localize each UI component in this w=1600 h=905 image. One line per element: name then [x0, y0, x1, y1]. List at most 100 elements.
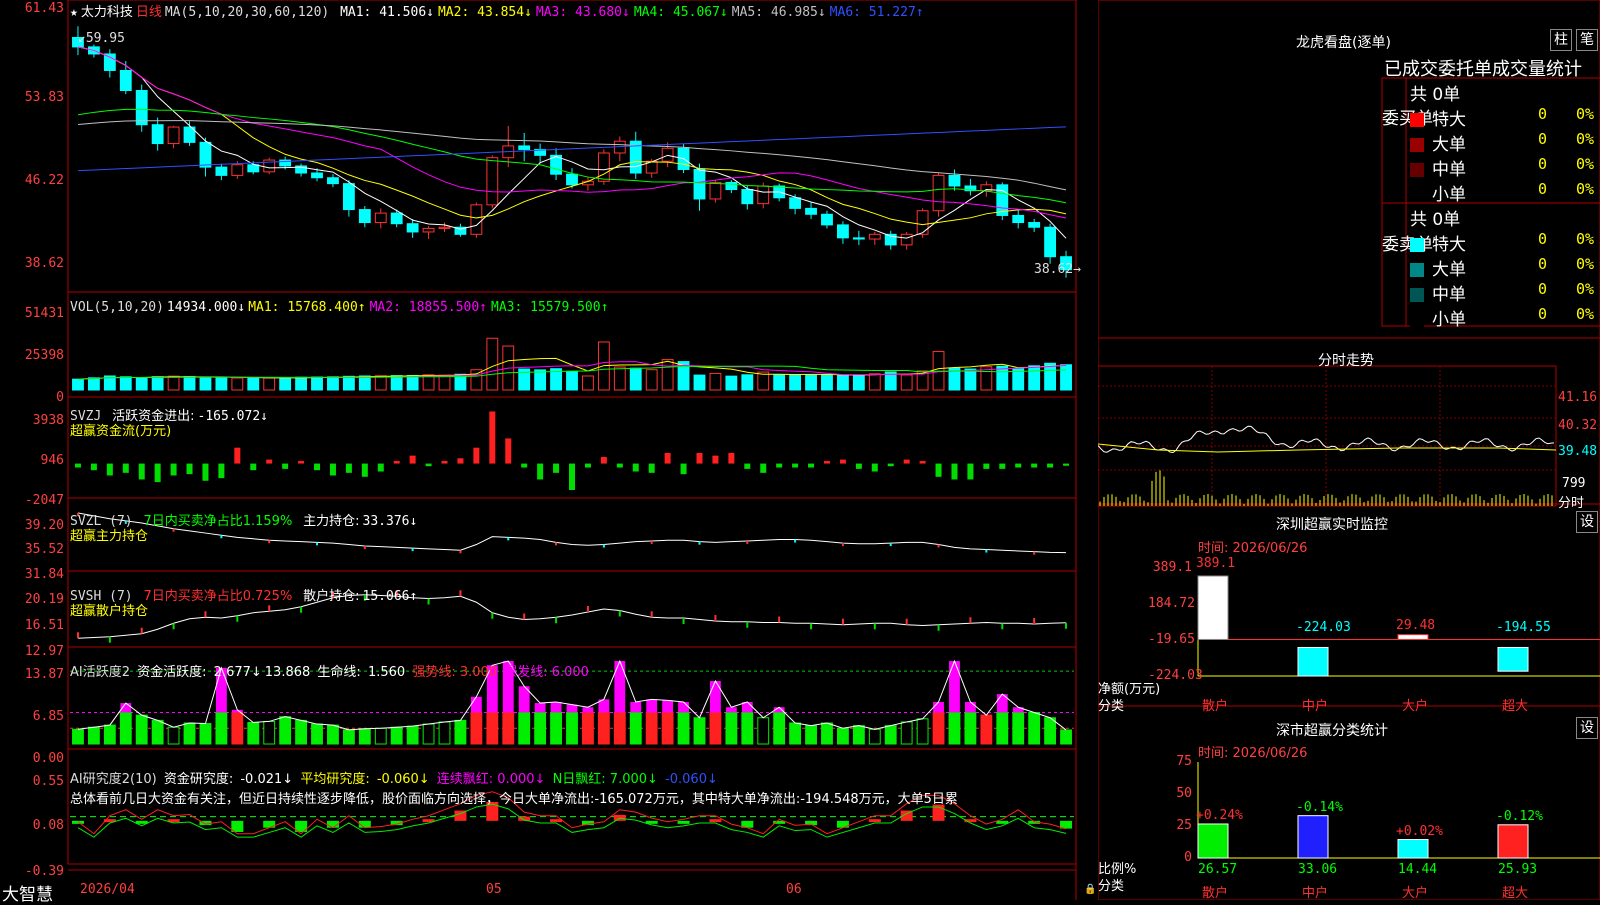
monitor-bar[interactable]: [1497, 646, 1529, 672]
candle[interactable]: [661, 147, 674, 162]
volume-bar[interactable]: [741, 374, 754, 391]
activity-bar[interactable]: [215, 712, 228, 745]
flow-bar[interactable]: [425, 463, 432, 467]
research-bar[interactable]: [71, 820, 84, 824]
brand-label[interactable]: 大智慧: [2, 880, 53, 905]
flow-bar[interactable]: [441, 460, 448, 464]
flow-bar[interactable]: [314, 463, 321, 471]
candle[interactable]: [693, 168, 706, 200]
activity-bar[interactable]: [709, 712, 722, 745]
candle[interactable]: [948, 174, 961, 187]
activity-bar[interactable]: [151, 719, 164, 745]
flow-bar[interactable]: [648, 463, 655, 473]
candle[interactable]: [837, 224, 849, 239]
candle[interactable]: [199, 141, 212, 168]
classify-bar[interactable]: [1397, 839, 1429, 859]
activity-bar[interactable]: [1012, 712, 1025, 745]
volume-bar[interactable]: [215, 377, 228, 391]
activity-burst-bar[interactable]: [710, 681, 721, 713]
activity-bar[interactable]: [884, 725, 897, 745]
classify-bar[interactable]: [1297, 815, 1329, 859]
flow-bar[interactable]: [250, 463, 257, 471]
period-label[interactable]: 日线: [136, 5, 162, 20]
volume-bar[interactable]: [231, 377, 244, 391]
flow-bar[interactable]: [744, 463, 751, 469]
flow-bar[interactable]: [234, 447, 241, 464]
candle[interactable]: [247, 164, 260, 173]
volume-bar[interactable]: [837, 374, 849, 391]
volume-bar[interactable]: [167, 375, 180, 391]
flow-bar[interactable]: [696, 452, 703, 464]
volume-bar[interactable]: [151, 376, 164, 391]
research-bar[interactable]: [868, 819, 881, 823]
volume-bar[interactable]: [868, 373, 881, 391]
flow-bar[interactable]: [521, 463, 528, 468]
activity-bar[interactable]: [470, 712, 483, 745]
candle[interactable]: [709, 181, 722, 200]
chart-canvas[interactable]: [0, 0, 1098, 900]
flow-bar[interactable]: [871, 463, 878, 472]
flow-bar[interactable]: [90, 463, 97, 471]
volume-bar[interactable]: [805, 374, 817, 391]
volume-bar[interactable]: [263, 377, 276, 391]
activity-bar[interactable]: [247, 721, 260, 745]
flow-bar[interactable]: [457, 458, 464, 464]
flow-bar[interactable]: [823, 460, 830, 464]
flow-bar[interactable]: [712, 455, 719, 464]
activity-burst-bar[interactable]: [582, 707, 594, 713]
lock-icon[interactable]: 🔒: [1084, 884, 1096, 895]
candle[interactable]: [486, 157, 499, 206]
activity-bar[interactable]: [741, 712, 754, 745]
volume-bar[interactable]: [693, 374, 706, 391]
volume-bar[interactable]: [725, 375, 738, 391]
classify-bar[interactable]: [1497, 824, 1529, 859]
flow-bar[interactable]: [999, 463, 1006, 469]
volume-bar[interactable]: [821, 374, 833, 391]
activity-burst-bar[interactable]: [630, 702, 642, 713]
activity-bar[interactable]: [534, 712, 547, 745]
volume-bar[interactable]: [1028, 365, 1041, 391]
activity-bar[interactable]: [279, 716, 292, 745]
candle[interactable]: [103, 53, 116, 71]
flow-bar[interactable]: [887, 463, 894, 467]
candle[interactable]: [566, 173, 578, 186]
activity-bar[interactable]: [390, 726, 403, 745]
candle[interactable]: [900, 233, 913, 246]
activity-bar[interactable]: [358, 728, 371, 745]
research-bar[interactable]: [263, 820, 276, 828]
volume-bar[interactable]: [1060, 364, 1072, 391]
activity-bar[interactable]: [661, 712, 674, 745]
flow-bar[interactable]: [393, 460, 400, 464]
volume-bar[interactable]: [72, 378, 84, 391]
flow-bar[interactable]: [632, 463, 639, 472]
volume-bar[interactable]: [390, 375, 403, 391]
volume-bar[interactable]: [661, 359, 674, 391]
flow-bar[interactable]: [919, 460, 926, 464]
activity-bar[interactable]: [916, 718, 929, 745]
flow-bar[interactable]: [1047, 463, 1054, 468]
activity-bar[interactable]: [805, 725, 817, 745]
candle[interactable]: [231, 164, 244, 176]
flow-bar[interactable]: [553, 463, 560, 473]
activity-bar[interactable]: [693, 717, 706, 745]
activity-burst-bar[interactable]: [550, 702, 562, 713]
volume-bar[interactable]: [629, 367, 642, 391]
candle[interactable]: [374, 212, 387, 224]
volume-bar[interactable]: [342, 375, 355, 391]
flow-bar[interactable]: [808, 463, 815, 468]
monitor-bar[interactable]: [1197, 575, 1229, 640]
activity-bar[interactable]: [135, 714, 148, 745]
volume-bar[interactable]: [566, 370, 578, 391]
activity-bar[interactable]: [852, 725, 865, 745]
flow-bar[interactable]: [983, 463, 990, 469]
flow-bar[interactable]: [138, 463, 145, 480]
candle[interactable]: [789, 197, 802, 209]
volume-bar[interactable]: [852, 374, 865, 391]
candle[interactable]: [1044, 226, 1057, 258]
flow-bar[interactable]: [202, 463, 209, 481]
activity-bar[interactable]: [103, 724, 116, 745]
activity-bar[interactable]: [566, 712, 578, 745]
candle[interactable]: [438, 226, 451, 229]
flow-bar[interactable]: [1015, 463, 1022, 468]
flow-bar[interactable]: [728, 452, 735, 464]
